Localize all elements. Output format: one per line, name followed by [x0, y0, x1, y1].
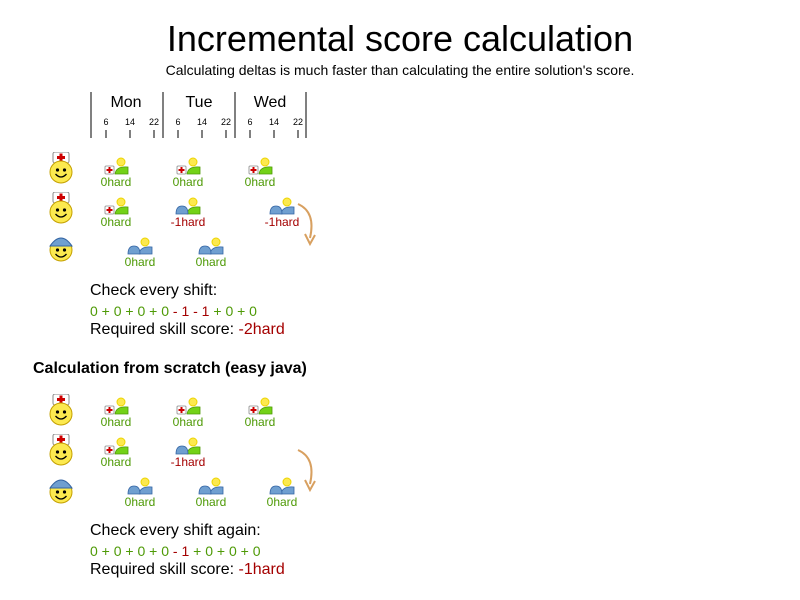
hour-label: 14: [197, 117, 207, 127]
shift-score: 0hard: [172, 175, 204, 189]
nurse-shift-icon: 0hard: [94, 396, 138, 436]
worker-shift-icon: 0hard: [189, 476, 233, 516]
formula-part: 0 + 0 + 0 + 0: [90, 303, 173, 319]
required-skill-value: -1hard: [238, 561, 285, 578]
worker-shift-icon: 0hard: [118, 236, 162, 276]
nurse-smiley-icon: [48, 433, 74, 466]
scratch-formula: 0 + 0 + 0 + 0 - 1 + 0 + 0 + 0: [90, 543, 260, 559]
nurse-shift-icon: 0hard: [94, 156, 138, 196]
shift-score: 0hard: [124, 495, 156, 509]
shift-score: 0hard: [244, 175, 276, 189]
hour-label: 14: [269, 117, 279, 127]
formula-part: - 1 - 1: [172, 303, 210, 319]
worker-shift-icon: -1hard: [166, 196, 210, 236]
section-title: Calculation from scratch (easy java): [33, 360, 307, 377]
check-every-shift-again-label: Check every shift again:: [90, 522, 261, 539]
shift-score: 0hard: [244, 415, 276, 429]
hour-label: 6: [103, 117, 108, 127]
hour-label: 22: [149, 117, 159, 127]
check-every-shift-label: Check every shift:: [90, 282, 218, 299]
nurse-shift-icon: 0hard: [94, 196, 138, 236]
hour-label: 22: [221, 117, 231, 127]
day-label-mon: Mon: [110, 94, 141, 111]
shift-score: 0hard: [100, 215, 132, 229]
formula-part: - 1: [172, 543, 190, 559]
incremental-formula: 0 + 0 + 0 + 0 - 1 - 1 + 0 + 0: [90, 303, 257, 319]
shift-score: 0hard: [100, 175, 132, 189]
nurse-shift-icon: 0hard: [166, 156, 210, 196]
nurse-smiley-icon: [48, 191, 74, 224]
day-label-tue: Tue: [186, 94, 213, 111]
shift-score: 0hard: [195, 495, 227, 509]
formula-part: 0 + 0 + 0 + 0: [90, 543, 173, 559]
shift-score: -1hard: [170, 455, 206, 469]
hour-label: 6: [175, 117, 180, 127]
required-skill-value: -2hard: [238, 321, 285, 338]
worker-smiley-icon: [48, 232, 74, 264]
nurse-smiley-icon: [48, 151, 74, 184]
worker-shift-icon: 0hard: [189, 236, 233, 276]
hour-label: 22: [293, 117, 303, 127]
required-skill-label: Required skill score:: [90, 321, 239, 338]
formula-part: + 0 + 0: [209, 303, 257, 319]
shift-score: 0hard: [124, 255, 156, 269]
worker-shift-icon: -1hard: [166, 436, 210, 476]
shift-score: 0hard: [100, 455, 132, 469]
page-subtitle: Calculating deltas is much faster than c…: [165, 62, 635, 78]
nurse-shift-icon: 0hard: [94, 436, 138, 476]
nurse-shift-icon: 0hard: [238, 156, 282, 196]
page-title: Incremental score calculation: [166, 18, 634, 59]
worker-smiley-icon: [48, 474, 74, 506]
required-skill-score: Required skill score: -2hard: [90, 321, 285, 339]
shift-score: 0hard: [100, 415, 132, 429]
hour-label: 14: [125, 117, 135, 127]
shift-score: 0hard: [195, 255, 227, 269]
timeline-header: Mon Tue Wed 6 14 22 6 14 22 6 14 22: [85, 90, 315, 145]
shift-score: -1hard: [170, 215, 206, 229]
timeline-axis: Mon Tue Wed 6 14 22 6 14 22 6 14 22: [90, 92, 307, 138]
worker-shift-icon: 0hard: [118, 476, 162, 516]
curved-arrow-icon: [296, 448, 318, 497]
day-label-wed: Wed: [254, 94, 287, 111]
nurse-smiley-icon: [48, 393, 74, 426]
formula-part: + 0 + 0 + 0: [189, 543, 261, 559]
nurse-shift-icon: 0hard: [166, 396, 210, 436]
curved-arrow-icon: [296, 202, 318, 251]
hour-label: 6: [247, 117, 252, 127]
shift-score: 0hard: [266, 495, 298, 509]
shift-score: 0hard: [172, 415, 204, 429]
required-skill-score: Required skill score: -1hard: [90, 561, 285, 579]
nurse-shift-icon: 0hard: [238, 396, 282, 436]
required-skill-label: Required skill score:: [90, 561, 239, 578]
